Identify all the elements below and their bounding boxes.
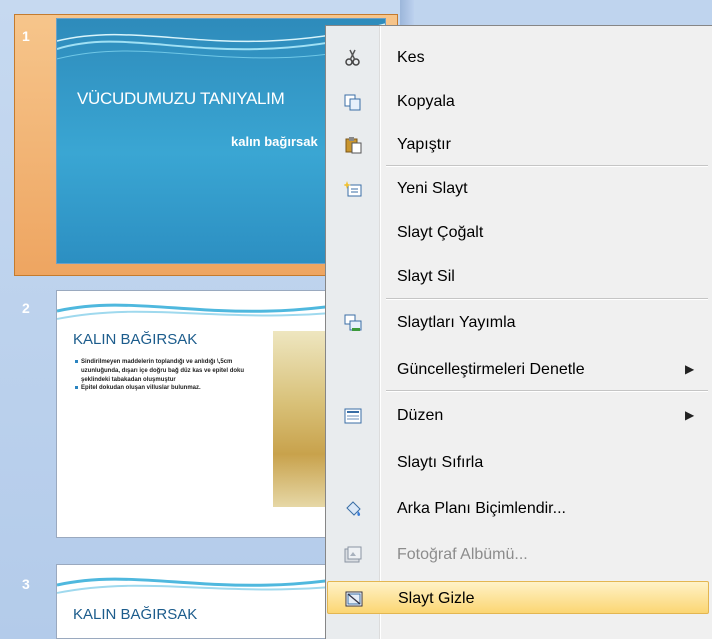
menu-separator: [386, 298, 708, 300]
bullet-text: Sindirilmeyen maddelerin toplandığı ve a…: [75, 358, 251, 384]
format-background-icon: [346, 501, 361, 516]
layout-icon: [344, 408, 362, 424]
menu-item-label: Düzen: [397, 407, 444, 424]
slide-number: 1: [22, 28, 30, 44]
menu-item-slayt-gizle[interactable]: Slayt Gizle: [327, 581, 709, 614]
menu-item-fotograf-albumu[interactable]: Fotoğraf Albümü...: [327, 538, 709, 572]
scissors-icon: [345, 49, 360, 66]
menu-item-duzen[interactable]: Düzen ▶: [327, 399, 709, 433]
bullet-text: Epitel dokudan oluşan villuslar bulunmaz…: [75, 384, 251, 393]
slide-body: Sindirilmeyen maddelerin toplandığı ve a…: [75, 358, 251, 393]
menu-item-label: Güncelleştirmeleri Denetle: [397, 361, 585, 378]
menu-item-label: Arka Planı Biçimlendir...: [397, 500, 566, 517]
menu-item-slayt-sil[interactable]: Slayt Sil: [327, 260, 709, 294]
menu-item-label: Slaytları Yayımla: [397, 314, 516, 331]
menu-item-label: Yeni Slayt: [397, 180, 468, 197]
copy-icon: [344, 94, 361, 111]
slide-title: KALIN BAĞIRSAK: [73, 331, 198, 348]
menu-item-slayt-cogalt[interactable]: Slayt Çoğalt: [327, 216, 709, 250]
slide-number: 2: [22, 300, 30, 316]
context-menu: Kes Kopyala Yapıştır Yeni Slayt Slayt Ço…: [325, 25, 712, 639]
menu-item-kopyala[interactable]: Kopyala: [327, 85, 709, 119]
menu-item-arka-plani-bicimlendir[interactable]: Arka Planı Biçimlendir...: [327, 492, 709, 526]
menu-item-label: Fotoğraf Albümü...: [397, 546, 528, 563]
new-slide-icon: [344, 181, 362, 197]
menu-item-label: Slaytı Sıfırla: [397, 454, 484, 471]
menu-item-guncellestirmeleri-denetle[interactable]: Güncelleştirmeleri Denetle ▶: [327, 353, 709, 387]
photo-album-icon: [344, 546, 362, 563]
menu-item-yeni-slayt[interactable]: Yeni Slayt: [327, 172, 709, 206]
menu-item-yapistir[interactable]: Yapıştır: [327, 128, 709, 162]
submenu-arrow-icon: ▶: [685, 408, 695, 422]
slide-title: VÜCUDUMUZU TANIYALIM: [77, 89, 285, 108]
menu-item-label: Slayt Çoğalt: [397, 224, 484, 241]
menu-item-label: Kopyala: [397, 93, 455, 110]
menu-item-slayti-sifirla[interactable]: Slaytı Sıfırla: [327, 446, 709, 480]
slide-subtitle: kalın bağırsak: [231, 134, 318, 149]
menu-separator: [386, 390, 708, 392]
submenu-arrow-icon: ▶: [685, 362, 695, 376]
paste-icon: [345, 137, 362, 154]
menu-item-label: Slayt Gizle: [398, 590, 475, 607]
menu-item-slaytlari-yayimla[interactable]: Slaytları Yayımla: [327, 306, 709, 340]
hide-slide-icon: [345, 591, 363, 607]
slide-title: KALIN BAĞIRSAK: [73, 606, 198, 623]
menu-item-label: Kes: [397, 49, 425, 66]
slide-number: 3: [22, 576, 30, 592]
menu-separator: [386, 165, 708, 167]
menu-item-kes[interactable]: Kes: [327, 41, 709, 75]
menu-item-label: Slayt Sil: [397, 268, 455, 285]
publish-slides-icon: [344, 314, 362, 331]
menu-item-label: Yapıştır: [397, 136, 451, 153]
anatomy-image: [273, 331, 325, 507]
